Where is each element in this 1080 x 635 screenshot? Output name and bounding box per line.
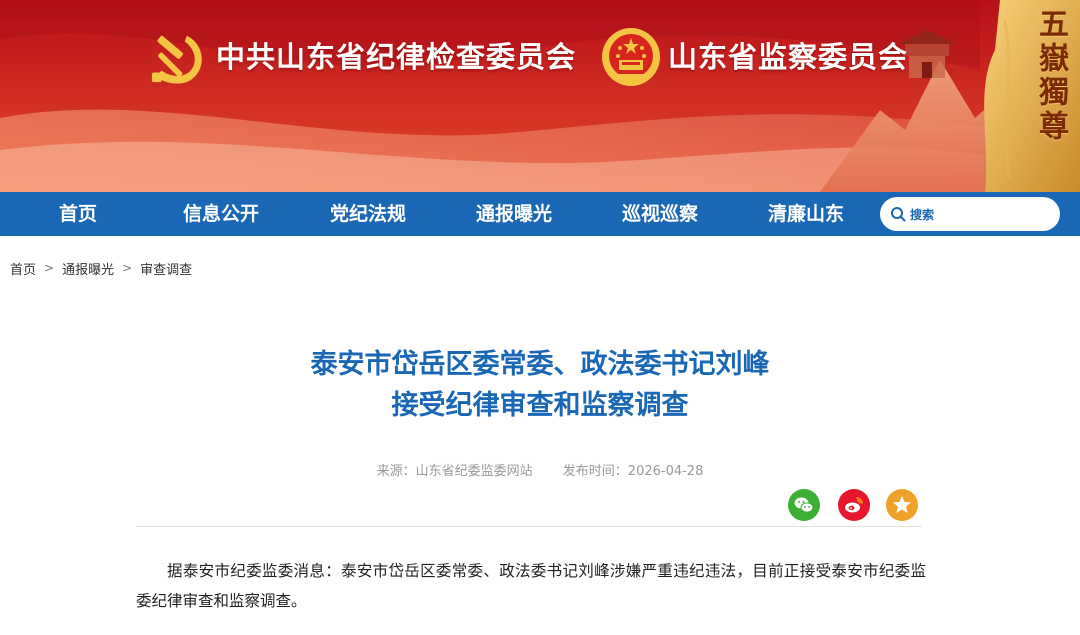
- share-wechat-button[interactable]: [788, 489, 820, 521]
- search-icon[interactable]: [890, 206, 906, 222]
- nav-item-info-public[interactable]: 信息公开: [183, 192, 259, 236]
- search-input[interactable]: 搜索: [880, 197, 1060, 231]
- nav-item-exposure[interactable]: 通报曝光: [476, 192, 552, 236]
- org-name-state: 山东省监察委员会: [668, 40, 909, 74]
- nav-item-party-rules[interactable]: 党纪法规: [330, 192, 406, 236]
- article-source: 来源：山东省纪委监委网站: [376, 464, 533, 479]
- share-favorite-button[interactable]: [886, 489, 918, 521]
- article-title-line2: 接受纪律审查和监察调查: [391, 390, 689, 421]
- breadcrumb-current[interactable]: 审查调查: [140, 259, 192, 278]
- article-meta: 来源：山东省纪委监委网站 发布时间：2026-04-28: [0, 460, 1080, 479]
- calligraphy-inscription: 五嶽獨尊: [1033, 8, 1068, 144]
- breadcrumb-separator: >: [122, 261, 133, 275]
- weibo-icon: [838, 489, 870, 521]
- article-title-line1: 泰安市岱岳区委常委、政法委书记刘峰: [310, 349, 770, 380]
- article-publish-time: 发布时间：2026-04-28: [562, 464, 704, 479]
- party-emblem-icon: [151, 35, 202, 84]
- breadcrumb-separator: >: [44, 261, 55, 275]
- breadcrumb-home[interactable]: 首页: [10, 259, 36, 278]
- nav-item-home[interactable]: 首页: [59, 192, 97, 236]
- article-body: 据泰安市纪委监委消息：泰安市岱岳区委常委、政法委书记刘峰涉嫌严重违纪违法，目前正…: [136, 562, 926, 610]
- search-placeholder: 搜索: [910, 207, 935, 222]
- wechat-icon: [788, 489, 820, 521]
- breadcrumb-exposure[interactable]: 通报曝光: [62, 259, 114, 278]
- nav-item-clean-shandong[interactable]: 清廉山东: [768, 192, 844, 236]
- breadcrumb: 首页 > 通报曝光 > 审查调查: [10, 258, 192, 278]
- org-name-party: 中共山东省纪律检查委员会: [216, 40, 577, 74]
- share-weibo-button[interactable]: [838, 489, 870, 521]
- favorite-star-icon: [886, 489, 918, 521]
- national-emblem-icon: [602, 28, 660, 86]
- nav-item-inspection[interactable]: 巡视巡察: [622, 192, 698, 236]
- content-divider: [136, 526, 922, 527]
- header-banner: 中共山东省纪律检查委员会 山东省监察委员会 五嶽獨尊: [0, 0, 1080, 192]
- banner-background-art: [0, 0, 1080, 192]
